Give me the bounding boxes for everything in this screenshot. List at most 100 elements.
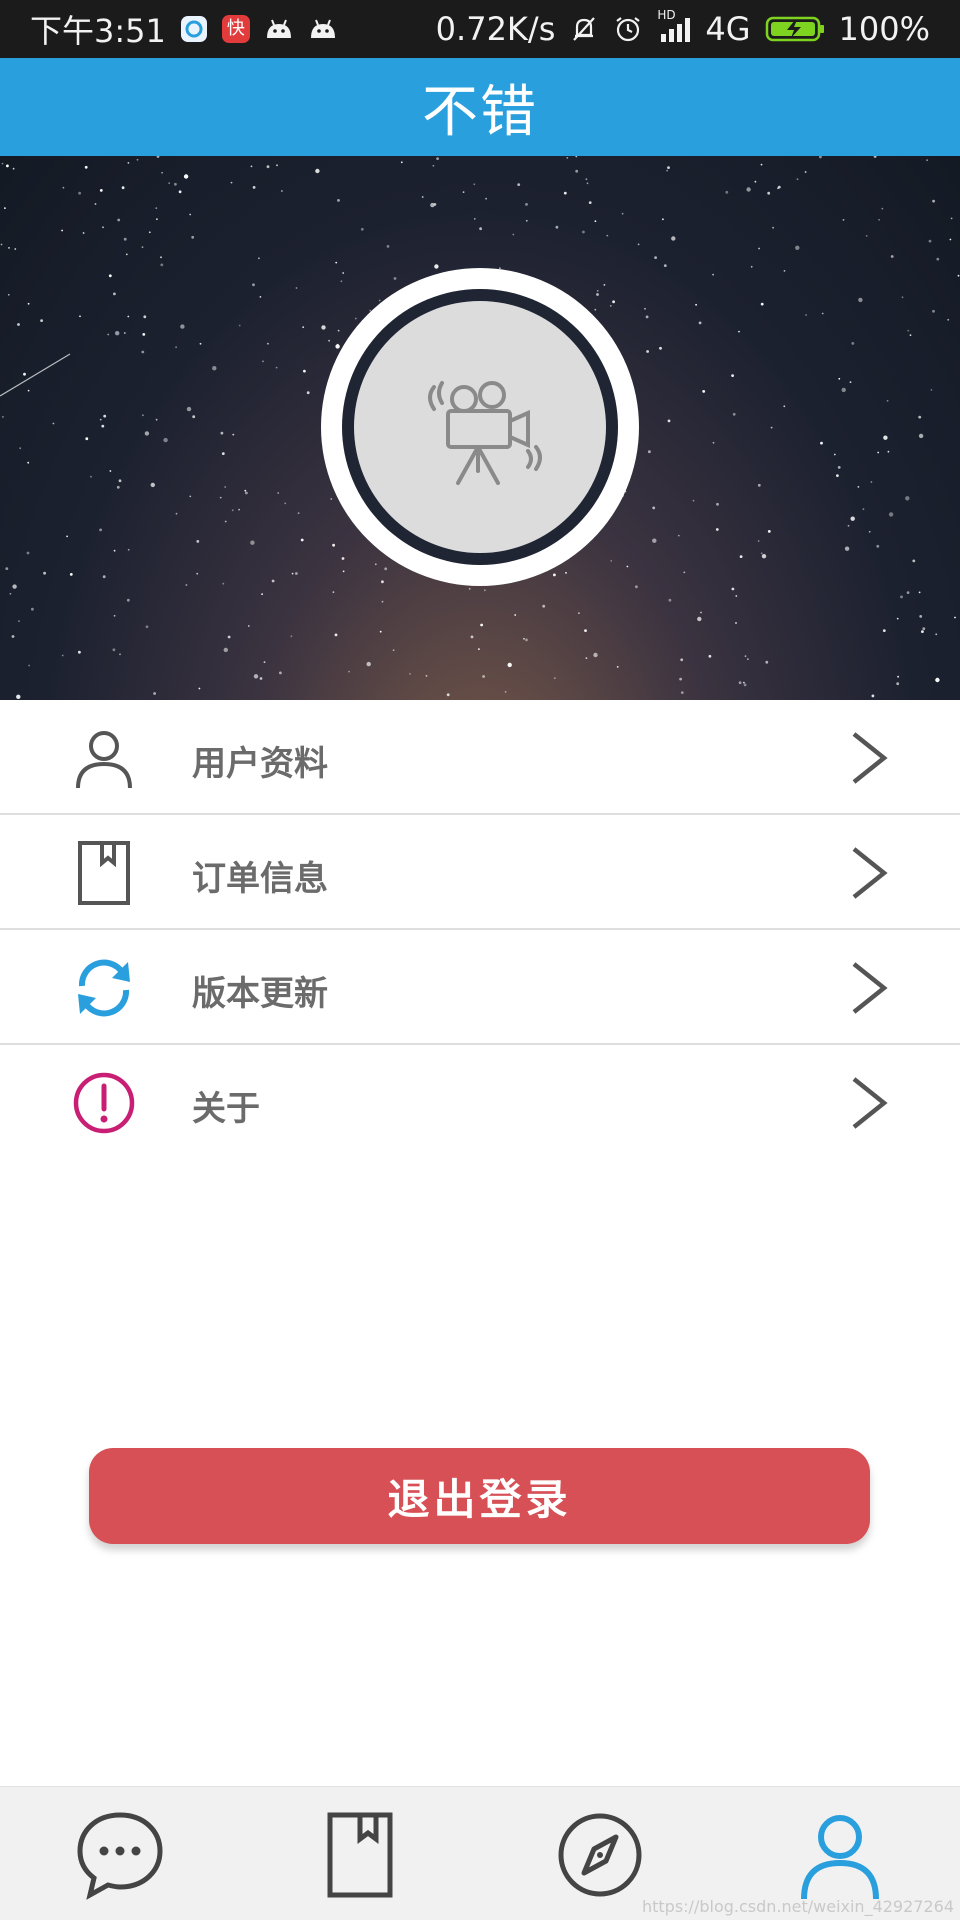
- star: [695, 303, 697, 306]
- star: [433, 203, 437, 206]
- star: [697, 616, 702, 622]
- star: [683, 571, 686, 574]
- menu-item-user-profile[interactable]: 用户资料: [0, 700, 960, 815]
- star: [126, 598, 130, 602]
- star: [593, 652, 598, 658]
- star: [14, 248, 17, 250]
- star: [101, 424, 105, 428]
- star: [833, 453, 836, 456]
- avatar[interactable]: [321, 268, 639, 586]
- star: [19, 447, 22, 450]
- star: [637, 243, 640, 246]
- star: [198, 687, 201, 690]
- page-title: 不错: [422, 79, 538, 145]
- logout-button[interactable]: 退出登录: [89, 1448, 870, 1544]
- star: [662, 218, 664, 221]
- star: [315, 168, 320, 174]
- star: [896, 682, 900, 686]
- menu-item-orders[interactable]: 订单信息: [0, 815, 960, 930]
- star: [484, 589, 486, 592]
- star: [820, 441, 823, 445]
- battery-charging-icon: [765, 14, 825, 44]
- star: [199, 342, 202, 345]
- star: [253, 674, 259, 679]
- star: [897, 675, 899, 678]
- star: [90, 475, 92, 478]
- screen: 下午3:51 快 0.72K/s HD 4G 100% 不错 用户资料 订单信息…: [0, 0, 960, 1920]
- nav-item-discover[interactable]: [552, 1807, 648, 1903]
- star: [23, 372, 26, 376]
- star: [553, 573, 556, 577]
- star: [918, 415, 922, 419]
- star: [837, 466, 841, 469]
- star: [700, 611, 702, 614]
- star: [12, 167, 15, 170]
- star: [150, 482, 155, 488]
- star: [16, 694, 21, 699]
- nav-item-orders[interactable]: [312, 1807, 408, 1903]
- star: [648, 450, 651, 454]
- star: [935, 677, 940, 683]
- star: [609, 305, 612, 307]
- star: [760, 163, 763, 166]
- star: [263, 661, 266, 663]
- star: [575, 156, 578, 158]
- star: [266, 165, 270, 169]
- star: [337, 329, 340, 332]
- bookmark-icon: [78, 841, 130, 905]
- star: [739, 555, 743, 558]
- menu-label: 版本更新: [192, 974, 328, 1014]
- star: [523, 637, 525, 640]
- nav-item-profile[interactable]: [792, 1807, 888, 1903]
- star: [392, 649, 395, 652]
- star: [767, 530, 771, 533]
- star: [512, 233, 515, 236]
- star: [178, 190, 182, 194]
- star: [291, 572, 294, 575]
- star: [0, 243, 3, 246]
- star: [127, 162, 130, 164]
- star: [621, 212, 624, 215]
- star: [247, 625, 250, 627]
- star: [671, 236, 676, 241]
- star: [332, 543, 335, 547]
- menu-label: 用户资料: [192, 744, 328, 784]
- star: [168, 182, 171, 185]
- star: [189, 495, 192, 498]
- star: [7, 293, 10, 296]
- menu-item-version-update[interactable]: 版本更新: [0, 930, 960, 1045]
- star: [78, 650, 81, 654]
- star: [930, 389, 933, 391]
- star: [153, 692, 157, 695]
- star: [384, 567, 388, 571]
- star: [6, 164, 9, 168]
- star: [115, 331, 120, 336]
- star: [354, 317, 357, 320]
- bottom-nav: https://blog.csdn.net/weixin_42927264: [0, 1786, 960, 1920]
- menu-item-about[interactable]: 关于: [0, 1045, 960, 1160]
- nav-item-messages[interactable]: [72, 1807, 168, 1903]
- star: [252, 186, 256, 189]
- star: [31, 607, 34, 611]
- star: [950, 217, 953, 220]
- menu-label: 订单信息: [192, 859, 328, 899]
- star: [436, 157, 439, 160]
- status-right: 0.72K/s HD 4G 100%: [436, 8, 930, 48]
- star: [582, 230, 585, 234]
- star: [125, 253, 128, 256]
- star: [563, 191, 567, 195]
- star: [761, 554, 767, 559]
- star: [750, 265, 753, 268]
- star: [896, 617, 899, 620]
- star: [731, 587, 735, 591]
- star: [850, 516, 855, 521]
- movie-camera-icon: [428, 381, 542, 485]
- star: [102, 226, 104, 229]
- network-type: 4G: [705, 10, 751, 48]
- star: [28, 664, 30, 667]
- star: [783, 270, 786, 272]
- alarm-icon: [613, 14, 643, 44]
- star: [245, 491, 248, 495]
- star: [103, 414, 107, 418]
- star: [525, 638, 528, 642]
